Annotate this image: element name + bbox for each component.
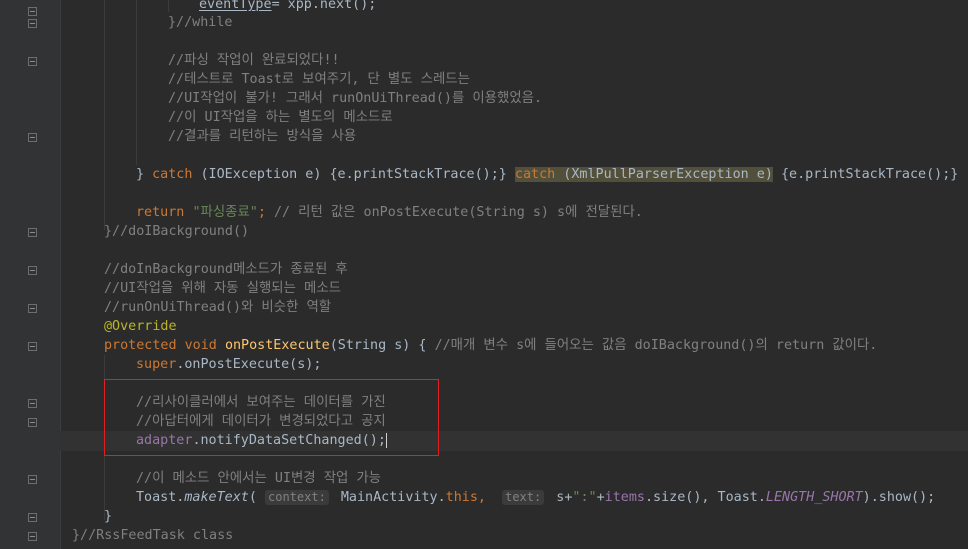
annotation-highlight-box: [104, 379, 439, 456]
comment-line: //UI작업을 위해 자동 실행되는 메소드: [104, 281, 341, 296]
comment: // 리턴 값은 onPostExecute(String s) s에 전달된다…: [273, 205, 643, 220]
code-token: s+: [548, 490, 573, 505]
code-line: super.onPostExecute(s);: [136, 355, 321, 374]
code-line: Toast.makeText( context: MainActivity.th…: [136, 488, 935, 507]
code-token: ;: [257, 205, 274, 220]
comment-line: //이 UI작업을 하는 별도의 메소드로: [168, 110, 393, 125]
comment-line: //결과를 리턴하는 방식을 사용: [168, 129, 357, 144]
code-line: }//RssFeedTask class: [72, 526, 233, 545]
comment: //매개 변수 s에 들어오는 값음 doIBackground()의 retu…: [434, 338, 878, 353]
code-token: = xpp.next();: [271, 0, 377, 12]
code-line: } catch (IOException e) {e.printStackTra…: [136, 165, 958, 184]
fold-marker-icon[interactable]: [28, 475, 37, 484]
parameter-hint: context:: [265, 490, 329, 505]
code-line: }: [104, 509, 113, 524]
code-editor[interactable]: eventType= xpp.next(); }//while //파싱 작업이…: [0, 0, 968, 549]
code-token: {e.printStackTrace();}: [772, 167, 959, 182]
code-line: return "파싱종료"; // 리턴 값은 onPostExecute(St…: [136, 203, 643, 222]
comment: }//doIBackground(): [104, 224, 250, 239]
code-token: +: [596, 490, 605, 505]
return-keyword: return: [136, 205, 193, 220]
code-token: ).show();: [862, 490, 936, 505]
method-signature: protected void onPostExecute(String s) {…: [104, 336, 877, 355]
code-token: (XmlPullParserException e): [555, 167, 773, 182]
super-keyword: super: [136, 357, 177, 372]
comment: }//RssFeedTask class: [72, 528, 234, 543]
comment-line: //runOnUiThread()와 비슷한 역할: [104, 300, 332, 315]
comment-line: //테스트로 Toast로 보여주기, 단 별도 스레드는: [168, 72, 470, 87]
fold-marker-icon[interactable]: [28, 304, 37, 313]
code-line: }//doIBackground(): [104, 222, 249, 241]
code-line: eventType= xpp.next();: [199, 0, 376, 14]
code-token: MainActivity.: [332, 490, 446, 505]
catch-keyword: catch: [152, 167, 193, 182]
string-literal: ":": [572, 490, 597, 505]
string-literal: "파싱종료": [192, 205, 258, 220]
fold-marker-icon[interactable]: [28, 133, 37, 142]
indent-guide: [104, 0, 105, 230]
code-token: eventType: [199, 0, 272, 12]
code-token: (String s) {: [329, 338, 435, 353]
comment-line: //파싱 작업이 완료되었다!!: [168, 53, 340, 68]
indent-guide: [168, 0, 169, 12]
code-token: Toast.: [136, 490, 185, 505]
fold-marker-icon[interactable]: [28, 532, 37, 541]
parameter-hint: text:: [502, 490, 545, 505]
code-token: .onPostExecute(s);: [176, 357, 322, 372]
code-token: ,: [477, 490, 503, 505]
override-annotation: @Override: [104, 319, 177, 334]
method-call: makeText: [184, 490, 249, 505]
fold-marker-icon[interactable]: [28, 7, 37, 16]
fold-marker-icon[interactable]: [28, 342, 37, 351]
comment-line: //이 메소드 안에서는 UI변경 작업 가능: [136, 471, 382, 486]
fold-marker-icon[interactable]: [28, 266, 37, 275]
fold-marker-icon[interactable]: [28, 228, 37, 237]
code-line: }//while: [168, 15, 233, 30]
fold-marker-icon[interactable]: [28, 19, 37, 28]
comment-line: //UI작업이 불가! 그래서 runOnUiThread()를 이용했었음.: [168, 91, 543, 106]
method-name: onPostExecute: [224, 338, 330, 353]
indent-guide: [136, 0, 137, 165]
code-token: (IOException e) {e.printStackTrace();}: [192, 167, 515, 182]
fold-marker-icon[interactable]: [28, 418, 37, 427]
fold-marker-icon[interactable]: [28, 399, 37, 408]
code-token: }: [136, 167, 153, 182]
code-token: .size(), Toast.: [644, 490, 766, 505]
this-keyword: this: [445, 490, 478, 505]
comment-line: //doInBackground메소드가 종료된 후: [104, 262, 348, 277]
catch-keyword-highlighted: catch: [514, 167, 556, 182]
constant: LENGTH_SHORT: [765, 490, 863, 505]
gutter-divider: [60, 0, 61, 549]
fold-marker-icon[interactable]: [28, 513, 37, 522]
code-token: (: [248, 490, 265, 505]
modifier-keyword: protected void: [104, 338, 225, 353]
items-field: items: [604, 490, 645, 505]
fold-marker-icon[interactable]: [28, 57, 37, 66]
